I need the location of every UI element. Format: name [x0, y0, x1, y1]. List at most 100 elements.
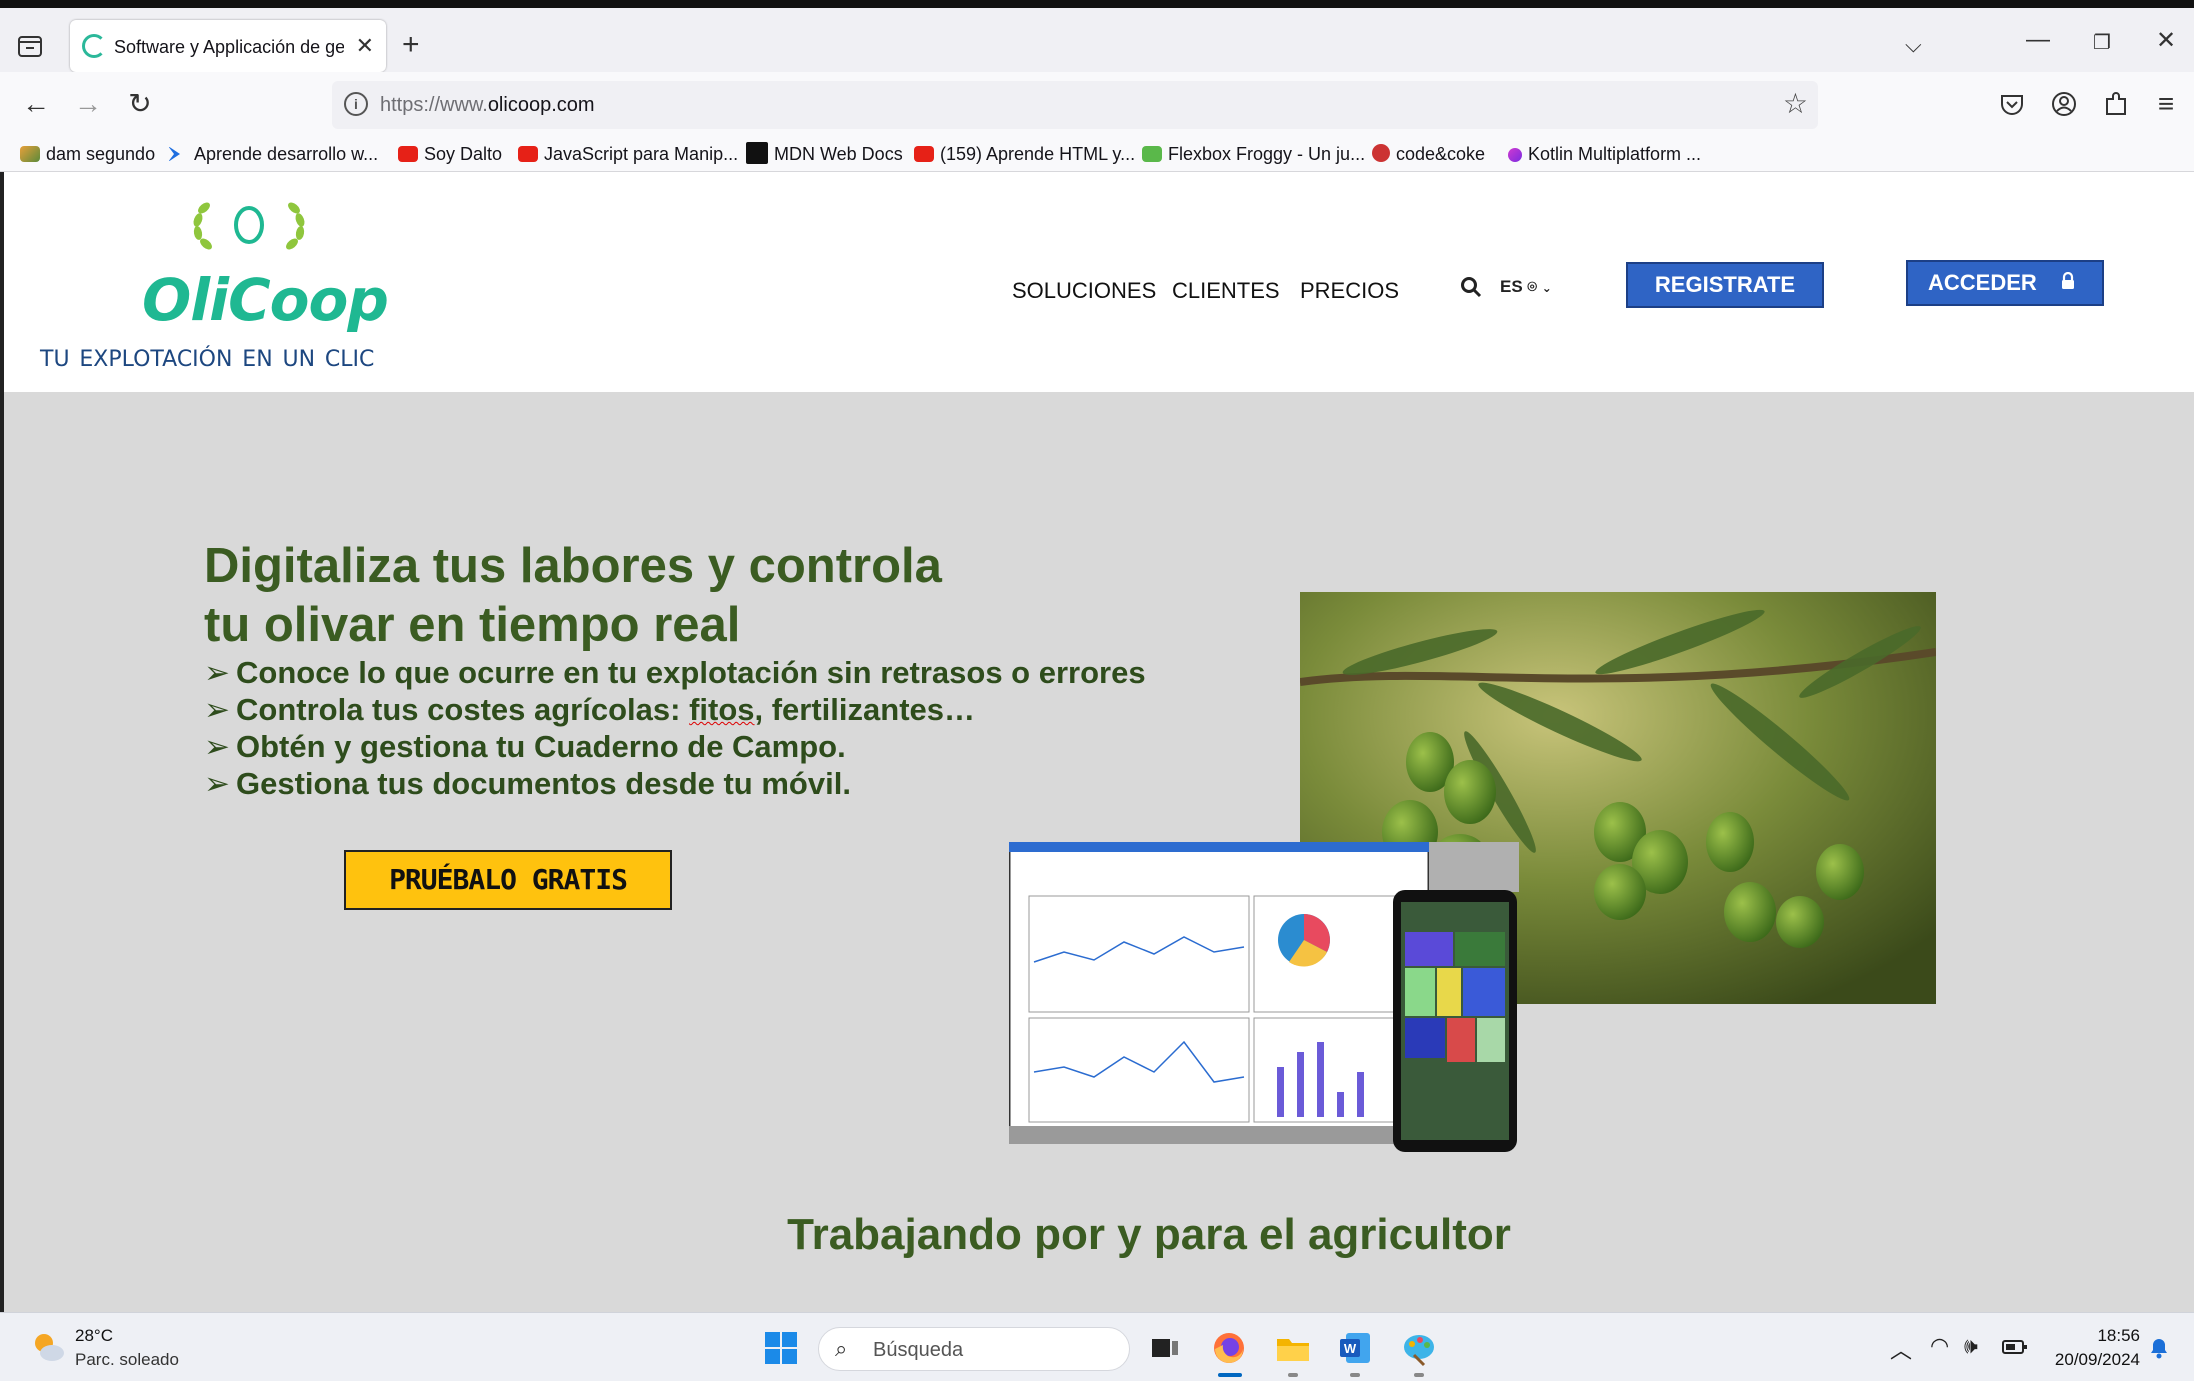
hero-title-line2: tu olivar en tiempo real	[204, 598, 741, 652]
weather-description[interactable]: Parc. soleado	[75, 1349, 179, 1371]
url-text[interactable]: https://www.olicoop.com	[380, 93, 595, 117]
app-indicator	[1414, 1373, 1424, 1377]
forward-icon[interactable]: →	[70, 86, 106, 122]
arrow-bullet-icon: ➢	[204, 766, 230, 801]
feature-item: ➢ Controla tus costes agrícolas: fitos, f…	[204, 692, 975, 727]
back-icon[interactable]: ←	[18, 86, 54, 122]
firefox-icon[interactable]	[1210, 1329, 1248, 1367]
weather-partly-sunny-icon[interactable]	[30, 1329, 66, 1365]
dashboard-mockup-image	[1009, 842, 1519, 1152]
mdn-icon	[746, 142, 768, 164]
bookmark-item[interactable]: MDN Web Docs	[746, 142, 903, 166]
wifi-icon[interactable]: ◠	[1930, 1333, 1949, 1359]
site-header: OliCoop tu explotación en un clic SOLUCI…	[4, 172, 2194, 392]
login-label: ACCEDER	[1928, 270, 2037, 295]
search-placeholder: Búsqueda	[873, 1339, 964, 1361]
tab-list-icon[interactable]	[14, 30, 46, 62]
feature-item: ➢ Gestiona tus documentos desde tu móvil.	[204, 766, 851, 801]
svg-text:W: W	[1344, 1341, 1357, 1356]
volume-icon[interactable]: 🕪	[1964, 1333, 1978, 1359]
minimize-icon[interactable]: —	[2018, 26, 2058, 54]
extensions-icon[interactable]	[2102, 90, 2130, 118]
new-tab-icon[interactable]: +	[402, 30, 420, 60]
windows-start-icon[interactable]	[764, 1331, 798, 1365]
word-icon[interactable]: W	[1336, 1329, 1374, 1367]
battery-icon[interactable]	[2002, 1337, 2028, 1357]
bookmark-item[interactable]: Flexbox Froggy - Un ju...	[1142, 142, 1365, 166]
tab-bar: Software y Applicación de gestión ✕ + ⌵ …	[0, 8, 2194, 72]
bookmark-item[interactable]: JavaScript para Manip...	[518, 142, 738, 166]
arrow-bullet-icon: ➢	[204, 655, 230, 690]
nav-precios[interactable]: PRECIOS	[1300, 276, 1399, 306]
feature-item: ➢ Obtén y gestiona tu Cuaderno de Campo.	[204, 729, 846, 764]
bookmark-item[interactable]: Kotlin Multiplatform ...	[1508, 142, 1701, 166]
account-icon[interactable]	[2050, 90, 2078, 118]
brand-logo[interactable]: OliCoop	[142, 268, 389, 332]
restore-icon[interactable]: ❐	[2082, 30, 2122, 55]
web-page: OliCoop tu explotación en un clic SOLUCI…	[0, 172, 2194, 1312]
youtube-icon	[518, 146, 538, 162]
taskbar-search-input[interactable]: ⌕ Búsqueda	[818, 1327, 1130, 1371]
hero-section: Digitaliza tus labores y controla tu oli…	[4, 392, 2194, 1312]
notification-bell-icon[interactable]	[2148, 1337, 2170, 1359]
paint-app-icon[interactable]	[1400, 1329, 1438, 1367]
navigation-toolbar: ← → ↻ i https://www.olicoop.com ☆ ≡	[0, 72, 2194, 136]
chevron-down-icon[interactable]: ⌵	[1905, 32, 1922, 58]
register-button[interactable]: REGISTRATE	[1626, 262, 1824, 308]
site-favicon-icon	[82, 34, 106, 58]
nav-soluciones[interactable]: SOLUCIONES	[1012, 276, 1156, 306]
frog-icon	[1142, 146, 1162, 162]
bookmark-item[interactable]: code&coke	[1372, 142, 1485, 166]
bookmark-star-icon[interactable]: ☆	[1783, 87, 1808, 120]
search-icon: ⌕	[835, 1336, 848, 1361]
lock-icon	[2062, 272, 2074, 289]
bookmark-favicon-icon	[20, 146, 40, 162]
feature-list: ➢ Conoce lo que ocurre en tu explotación …	[204, 654, 1304, 802]
feature-item: ➢ Conoce lo que ocurre en tu explotación …	[204, 655, 1146, 690]
bookmark-item[interactable]: Aprende desarrollo w...	[168, 142, 378, 166]
task-view-icon[interactable]	[1146, 1329, 1184, 1367]
location-pin-icon: ⌾	[1527, 279, 1538, 296]
arrow-bullet-icon: ➢	[204, 692, 230, 727]
section-heading: Trabajando por y para el agricultor	[787, 1210, 1511, 1259]
brand-tagline: tu explotación en un clic	[40, 338, 375, 374]
clock-time[interactable]: 18:56	[2068, 1325, 2140, 1347]
pocket-icon[interactable]	[1998, 90, 2026, 118]
url-bar[interactable]: i https://www.olicoop.com ☆	[332, 81, 1818, 129]
clock-date[interactable]: 20/09/2024	[2040, 1349, 2140, 1371]
window-top-edge	[0, 0, 2194, 8]
bookmark-item[interactable]: (159) Aprende HTML y...	[914, 142, 1135, 166]
close-window-icon[interactable]: ✕	[2146, 26, 2186, 55]
site-info-icon[interactable]: i	[344, 92, 368, 116]
hero-title: Digitaliza tus labores y controla tu oli…	[204, 537, 1204, 655]
language-selector[interactable]: ES ⌾ ⌄	[1500, 272, 1552, 303]
app-indicator	[1350, 1373, 1360, 1377]
bookmark-item[interactable]: dam segundo	[20, 142, 155, 166]
youtube-icon	[914, 146, 934, 162]
laurel-logo-icon	[193, 202, 305, 250]
nav-clientes[interactable]: CLIENTES	[1172, 276, 1280, 306]
weather-temperature[interactable]: 28°C	[75, 1325, 113, 1347]
bookmarks-toolbar: dam segundo Aprende desarrollo w... Soy …	[0, 136, 2194, 172]
app-indicator	[1288, 1373, 1298, 1377]
hero-title-line1: Digitaliza tus labores y controla	[204, 539, 942, 593]
menu-icon[interactable]: ≡	[2148, 86, 2184, 122]
close-tab-icon[interactable]: ✕	[356, 32, 374, 60]
kotlin-icon	[1508, 148, 1522, 162]
reload-icon[interactable]: ↻	[122, 86, 158, 122]
active-app-indicator	[1218, 1373, 1242, 1377]
windows-taskbar: 28°C Parc. soleado ⌕ Búsqueda W ︿ ◠ 🕪 18…	[0, 1312, 2194, 1381]
search-icon[interactable]	[1459, 275, 1483, 299]
try-free-button[interactable]: PRUÉBALO GRATIS	[344, 850, 672, 910]
screen: Software y Applicación de gestión ✕ + ⌵ …	[0, 0, 2194, 1381]
show-hidden-icons-icon[interactable]: ︿	[1890, 1333, 1912, 1365]
login-button[interactable]: ACCEDER	[1906, 260, 2104, 306]
bookmark-item[interactable]: Soy Dalto	[398, 142, 502, 166]
tab-title: Software y Applicación de gestión	[114, 37, 344, 57]
active-tab[interactable]: Software y Applicación de gestión ✕	[70, 20, 386, 72]
file-explorer-icon[interactable]	[1274, 1329, 1312, 1367]
bookmark-favicon-icon	[1372, 144, 1390, 162]
youtube-icon	[398, 146, 418, 162]
chevron-down-icon: ⌄	[1541, 281, 1552, 295]
bookmark-favicon-icon	[168, 146, 180, 162]
